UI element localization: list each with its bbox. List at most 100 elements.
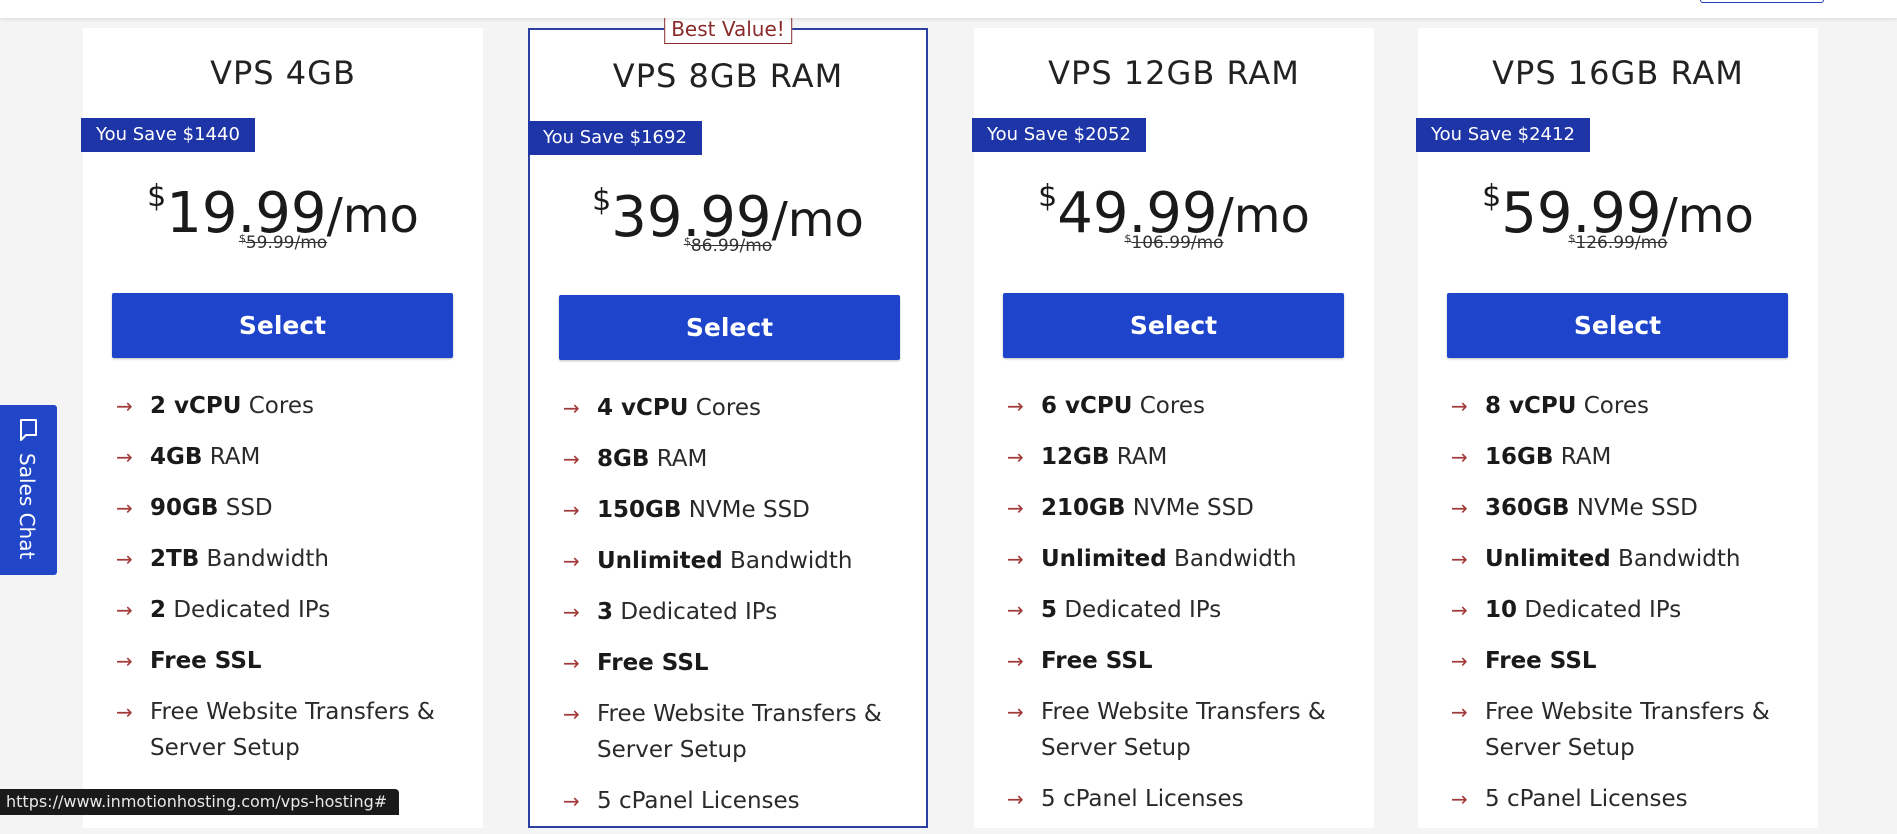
feature-item: → 3 Dedicated IPs — [563, 594, 903, 630]
feature-item: → Free Website Transfers & Server Setup — [563, 696, 903, 768]
feature-item: → Unlimited Bandwidth — [563, 543, 903, 579]
feature-item: → Free SSL — [116, 643, 456, 679]
arrow-right-icon: → — [1007, 445, 1024, 469]
arrow-right-icon: → — [563, 789, 580, 813]
feature-item: → 8GB RAM — [563, 441, 903, 477]
feature-highlight: Free SSL — [1041, 648, 1153, 674]
feature-text: Bandwidth — [1610, 546, 1741, 572]
feature-item: → Free SSL — [1451, 643, 1791, 679]
feature-text: RAM — [202, 444, 261, 470]
feature-highlight: 4 vCPU — [597, 395, 689, 421]
feature-list: → 2 vCPU Cores → 4GB RAM → 90GB SSD → 2TB Bandw… — [116, 388, 456, 781]
arrow-right-icon: → — [563, 396, 580, 420]
arrow-right-icon: → — [116, 649, 133, 673]
savings-badge: You Save $1692 — [528, 121, 702, 155]
feature-item: → Free SSL — [563, 645, 903, 681]
feature-highlight: 3 — [597, 599, 614, 625]
savings-badge: You Save $2052 — [972, 118, 1146, 152]
feature-highlight: 150GB — [597, 497, 682, 523]
feature-item: → 4 vCPU Cores — [563, 390, 903, 426]
feature-highlight: Unlimited — [1485, 546, 1611, 572]
feature-highlight: 10 — [1485, 597, 1518, 623]
feature-text: Cores — [241, 393, 314, 419]
arrow-right-icon: → — [563, 498, 580, 522]
feature-list: → 4 vCPU Cores → 8GB RAM → 150GB NVMe SSD → Unl… — [563, 390, 903, 834]
feature-highlight: Free SSL — [150, 648, 262, 674]
plan-card-vps-8gb: Best Value! VPS 8GB RAM You Save $1692 $… — [528, 14, 928, 828]
feature-list: → 8 vCPU Cores → 16GB RAM → 360GB NVMe SSD → Un… — [1451, 388, 1791, 832]
feature-highlight: 5 — [1041, 597, 1058, 623]
original-price: $86.99/mo — [530, 235, 926, 256]
currency-symbol: $ — [683, 235, 691, 248]
original-price: $59.99/mo — [83, 232, 483, 253]
feature-item: → 8 vCPU Cores — [1451, 388, 1791, 424]
feature-item: → Free Website Transfers & Server Setup — [1451, 694, 1791, 766]
arrow-right-icon: → — [1451, 445, 1468, 469]
arrow-right-icon: → — [1451, 394, 1468, 418]
feature-item: → 12GB RAM — [1007, 439, 1347, 475]
currency-symbol: $ — [592, 183, 612, 218]
arrow-right-icon: → — [563, 651, 580, 675]
feature-list: → 6 vCPU Cores → 12GB RAM → 210GB NVMe SSD → Un… — [1007, 388, 1347, 832]
feature-item: → 2 vCPU Cores — [116, 388, 456, 424]
feature-item: → Free Website Transfers & Server Setup — [1007, 694, 1347, 766]
site-header — [0, 0, 1897, 18]
arrow-right-icon: → — [563, 549, 580, 573]
feature-highlight: Free SSL — [597, 650, 709, 676]
feature-text: Free Website Transfers & Server Setup — [1485, 699, 1778, 761]
feature-item: → 360GB NVMe SSD — [1451, 490, 1791, 526]
select-button[interactable]: Select — [559, 295, 900, 360]
status-bar-url: https://www.inmotionhosting.com/vps-host… — [0, 789, 400, 815]
original-price-amount: 106.99/mo — [1131, 233, 1224, 253]
arrow-right-icon: → — [563, 600, 580, 624]
currency-symbol: $ — [1482, 179, 1502, 214]
feature-highlight: Unlimited — [1041, 546, 1167, 572]
original-price: $126.99/mo — [1418, 232, 1818, 253]
arrow-right-icon: → — [1451, 787, 1468, 811]
feature-text: Cores — [1576, 393, 1649, 419]
arrow-right-icon: → — [1451, 598, 1468, 622]
arrow-right-icon: → — [563, 447, 580, 471]
feature-highlight: 2 vCPU — [150, 393, 242, 419]
feature-item: → Unlimited Bandwidth — [1451, 541, 1791, 577]
original-price: $106.99/mo — [974, 232, 1374, 253]
arrow-right-icon: → — [1007, 700, 1024, 724]
arrow-right-icon: → — [1007, 547, 1024, 571]
sales-chat-tab[interactable]: Sales Chat — [0, 405, 57, 575]
feature-text: Free Website Transfers & Server Setup — [150, 699, 443, 761]
feature-item: → 90GB SSD — [116, 490, 456, 526]
feature-text: 5 cPanel Licenses — [1485, 786, 1688, 812]
arrow-right-icon: → — [1007, 496, 1024, 520]
feature-highlight: Unlimited — [597, 548, 723, 574]
feature-item: → 10 Dedicated IPs — [1451, 592, 1791, 628]
plan-card-vps-12gb: VPS 12GB RAM You Save $2052 $49.99/mo $1… — [972, 28, 1374, 828]
savings-badge: You Save $1440 — [81, 118, 255, 152]
feature-item: → 2 Dedicated IPs — [116, 592, 456, 628]
header-button[interactable] — [1700, 0, 1824, 3]
plan-title: VPS 4GB — [210, 54, 356, 92]
original-price-amount: 126.99/mo — [1575, 233, 1668, 253]
arrow-right-icon: → — [116, 598, 133, 622]
feature-item: → 5 cPanel Licenses — [1451, 781, 1791, 817]
feature-text: Cores — [688, 395, 761, 421]
feature-text: Bandwidth — [722, 548, 853, 574]
currency-symbol: $ — [1038, 179, 1058, 214]
original-price-amount: 86.99/mo — [690, 236, 773, 256]
plan-card-vps-4gb: VPS 4GB You Save $1440 $19.99/mo $59.99/… — [81, 28, 483, 828]
feature-item: → 2TB Bandwidth — [116, 541, 456, 577]
feature-item: → 210GB NVMe SSD — [1007, 490, 1347, 526]
select-button[interactable]: Select — [1003, 293, 1344, 358]
arrow-right-icon: → — [116, 394, 133, 418]
best-value-badge: Best Value! — [664, 14, 792, 44]
select-button[interactable]: Select — [1447, 293, 1788, 358]
feature-item: → 5 cPanel Licenses — [563, 783, 903, 819]
feature-highlight: 12GB — [1041, 444, 1110, 470]
arrow-right-icon: → — [1451, 547, 1468, 571]
select-button[interactable]: Select — [112, 293, 453, 358]
feature-highlight: 2 — [150, 597, 167, 623]
sales-chat-label: Sales Chat — [15, 453, 39, 560]
feature-text: RAM — [1109, 444, 1168, 470]
arrow-right-icon: → — [1007, 787, 1024, 811]
arrow-right-icon: → — [116, 700, 133, 724]
feature-item: → 4GB RAM — [116, 439, 456, 475]
